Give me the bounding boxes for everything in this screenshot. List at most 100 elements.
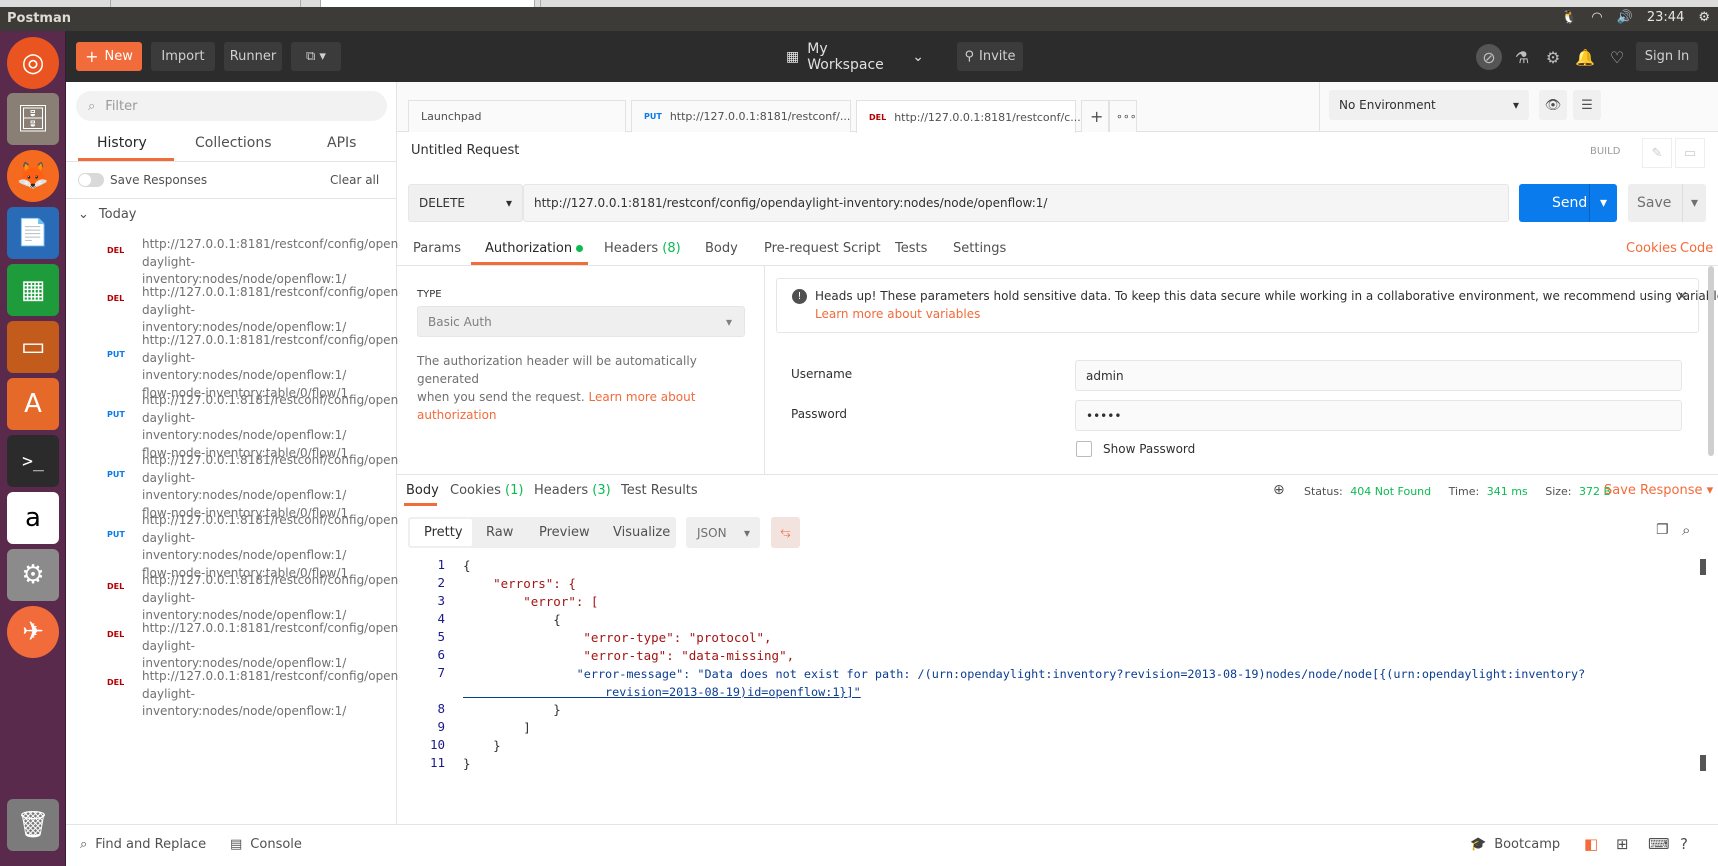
tab-pre-request-script[interactable]: Pre-request Script: [764, 241, 881, 256]
new-button[interactable]: + New: [76, 42, 142, 71]
heart-icon[interactable]: ♡: [1604, 44, 1630, 70]
volume-icon[interactable]: 🔊: [1617, 10, 1633, 25]
tab-apis[interactable]: APIs: [327, 135, 356, 151]
clock[interactable]: 23:44: [1647, 10, 1684, 25]
wifi-icon[interactable]: ◠: [1591, 10, 1602, 25]
tab-collections[interactable]: Collections: [195, 135, 272, 151]
search-icon[interactable]: ⌕: [1682, 521, 1690, 539]
history-group-today[interactable]: ⌄ Today: [78, 207, 137, 222]
clear-all-button[interactable]: Clear all: [330, 173, 379, 187]
globe-icon[interactable]: ⊕: [1273, 482, 1285, 498]
save-button[interactable]: Save ▾: [1628, 184, 1706, 222]
view-preview[interactable]: Preview: [539, 525, 590, 540]
send-dropdown-icon[interactable]: ▾: [1589, 184, 1617, 222]
terminal-icon[interactable]: >_: [7, 435, 59, 487]
search-icon: ⌕: [88, 98, 96, 114]
learn-more-link-cont[interactable]: authorization: [417, 406, 752, 424]
method-selector[interactable]: DELETE ▾: [408, 184, 523, 222]
linux-tux-icon[interactable]: 🐧: [1561, 10, 1577, 25]
two-pane-view-icon[interactable]: ◧: [1584, 835, 1598, 853]
sync-off-icon[interactable]: ⊘: [1476, 44, 1502, 70]
power-gear-icon[interactable]: ⚙: [1698, 10, 1710, 25]
tab-put-request[interactable]: PUT http://127.0.0.1:8181/restconf/...: [631, 100, 851, 132]
postman-icon[interactable]: ✈: [7, 606, 59, 658]
save-responses-toggle[interactable]: [78, 173, 104, 187]
edit-icon[interactable]: ✎: [1642, 138, 1672, 168]
tab-history[interactable]: History: [97, 135, 147, 151]
view-raw[interactable]: Raw: [486, 525, 513, 540]
view-visualize[interactable]: Visualize: [613, 525, 670, 540]
close-icon[interactable]: ✕: [1676, 289, 1688, 305]
tab-params[interactable]: Params: [413, 241, 461, 256]
trash-icon[interactable]: 🗑: [7, 799, 59, 851]
url-input[interactable]: http://127.0.0.1:8181/restconf/config/op…: [523, 184, 1509, 222]
save-dropdown-icon[interactable]: ▾: [1682, 184, 1706, 222]
calc-icon[interactable]: ▦: [7, 264, 59, 316]
layout-grid-icon[interactable]: ⊞: [1616, 835, 1629, 853]
ubuntu-icon[interactable]: ◎: [7, 37, 59, 89]
status-value[interactable]: 404 Not Found: [1350, 485, 1431, 498]
request-name[interactable]: Untitled Request: [411, 143, 519, 158]
workspace-selector[interactable]: ▦ My Workspace ⌄: [786, 41, 924, 73]
username-input[interactable]: admin: [1075, 360, 1682, 391]
response-tab-cookies[interactable]: Cookies (1): [450, 483, 523, 498]
files-icon[interactable]: 🗄: [7, 93, 59, 145]
response-tab-test-results[interactable]: Test Results: [621, 483, 698, 498]
add-tab-button[interactable]: +: [1081, 100, 1109, 132]
code-line: "error-type": "protocol",: [463, 630, 772, 645]
software-center-icon[interactable]: A: [7, 378, 59, 430]
sliders-icon[interactable]: ☰: [1573, 90, 1601, 120]
satellite-icon[interactable]: ⚗: [1509, 44, 1535, 70]
runner-button[interactable]: Runner: [224, 42, 282, 71]
find-replace-button[interactable]: ⌕ Find and Replace: [80, 837, 206, 852]
save-responses-label: Save Responses: [110, 173, 208, 187]
tab-launchpad[interactable]: Launchpad: [408, 100, 626, 132]
tab-settings[interactable]: Settings: [953, 241, 1006, 256]
environment-selector[interactable]: No Environment ▾: [1329, 90, 1529, 120]
tab-headers[interactable]: Headers (8): [604, 241, 681, 256]
auth-scrollbar[interactable]: [1708, 266, 1714, 456]
filter-input[interactable]: ⌕ Filter: [76, 91, 387, 121]
writer-icon[interactable]: 📄: [7, 207, 59, 259]
import-button[interactable]: Import: [151, 42, 215, 71]
code-link[interactable]: Code: [1680, 241, 1713, 256]
firefox-icon[interactable]: 🦊: [7, 150, 59, 202]
response-tab-headers[interactable]: Headers (3): [534, 483, 611, 498]
cookies-link[interactable]: Cookies: [1626, 241, 1677, 256]
tab-body[interactable]: Body: [705, 241, 738, 256]
amazon-icon[interactable]: a: [7, 492, 59, 544]
copy-icon[interactable]: ❐: [1656, 522, 1669, 538]
tab-tests[interactable]: Tests: [895, 241, 927, 256]
wrap-lines-icon[interactable]: ⥃: [771, 517, 800, 548]
format-selector[interactable]: JSON ▾: [686, 517, 760, 548]
editor-scroll-marker[interactable]: [1700, 559, 1706, 575]
settings-icon[interactable]: ⚙: [7, 549, 59, 601]
eye-icon[interactable]: 👁: [1539, 90, 1567, 120]
bootcamp-button[interactable]: 🎓 Bootcamp: [1470, 837, 1560, 852]
response-tab-body[interactable]: Body: [406, 483, 439, 498]
learn-more-variables-link[interactable]: Learn more about variables: [815, 307, 980, 321]
view-pretty[interactable]: Pretty: [424, 525, 463, 540]
password-input[interactable]: •••••: [1075, 400, 1682, 431]
response-body-editor[interactable]: 1 2 3 4 5 6 7 8 9 10 11 { "errors": { "e…: [397, 557, 1718, 777]
show-password-checkbox[interactable]: [1076, 441, 1092, 457]
keyboard-shortcuts-icon[interactable]: ⌨: [1648, 835, 1670, 853]
help-icon[interactable]: ?: [1680, 835, 1688, 853]
auth-type-selector[interactable]: Basic Auth ▾: [417, 306, 745, 337]
settings-gear-icon[interactable]: ⚙: [1540, 44, 1566, 70]
comment-icon[interactable]: ▭: [1675, 138, 1705, 168]
editor-scroll-marker[interactable]: [1700, 755, 1706, 771]
invite-button[interactable]: ⚲ Invite: [957, 42, 1023, 71]
notifications-bell-icon[interactable]: 🔔: [1572, 44, 1598, 70]
learn-more-link[interactable]: Learn more about: [589, 390, 696, 404]
tab-authorization[interactable]: Authorization: [485, 241, 584, 256]
time-value[interactable]: 341 ms: [1487, 485, 1528, 498]
console-button[interactable]: ▤ Console: [230, 837, 302, 852]
impress-icon[interactable]: ▭: [7, 321, 59, 373]
more-tabs-button[interactable]: ∘∘∘: [1109, 100, 1137, 132]
sign-in-button[interactable]: Sign In: [1636, 42, 1698, 71]
send-button[interactable]: Send ▾: [1519, 184, 1617, 222]
save-response-button[interactable]: Save Response ▾: [1604, 483, 1713, 498]
new-window-button[interactable]: ⧉ ▾: [291, 42, 341, 71]
tab-del-request[interactable]: DEL http://127.0.0.1:8181/restconf/c...: [856, 100, 1081, 133]
